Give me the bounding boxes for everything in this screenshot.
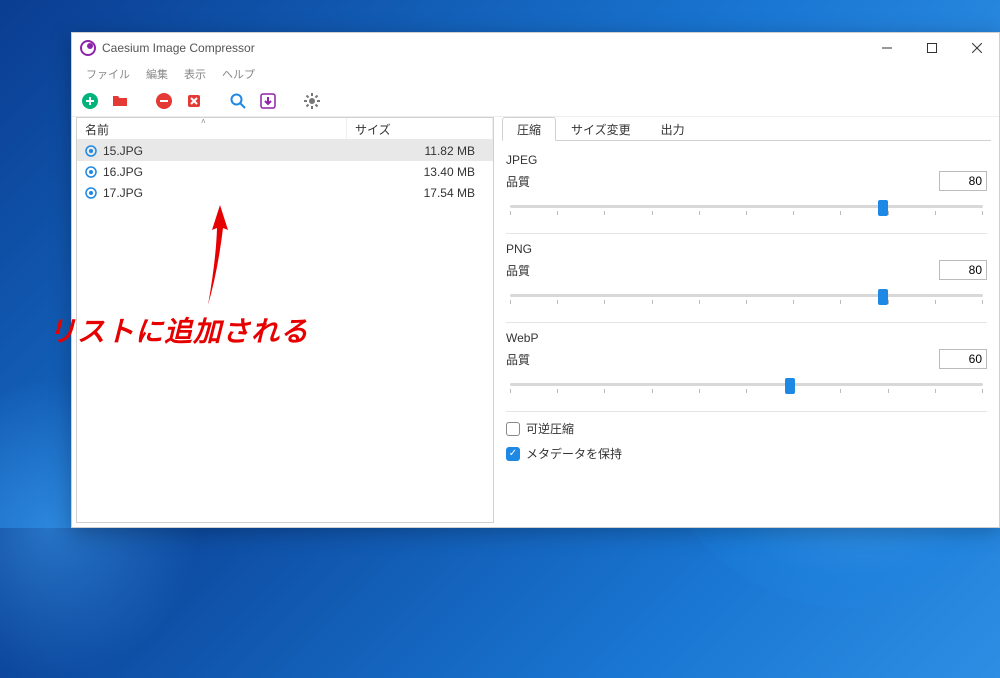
preview-button[interactable] xyxy=(226,89,250,113)
compress-button[interactable] xyxy=(256,89,280,113)
file-size: 17.54 MB xyxy=(347,186,493,200)
webp-quality-input[interactable] xyxy=(939,349,987,369)
column-name[interactable]: 名前 xyxy=(77,118,347,139)
png-section-label: PNG xyxy=(506,242,987,256)
add-button[interactable] xyxy=(78,89,102,113)
sort-indicator-icon: ˄ xyxy=(201,117,206,126)
minimize-button[interactable] xyxy=(864,33,909,63)
magnifier-icon xyxy=(229,92,247,110)
gear-icon xyxy=(303,92,321,110)
jpeg-quality-slider[interactable] xyxy=(506,197,987,217)
lossless-label: 可逆圧縮 xyxy=(526,420,574,437)
minus-circle-icon xyxy=(155,92,173,110)
webp-quality-label: 品質 xyxy=(506,351,939,368)
image-file-icon xyxy=(85,145,97,157)
trash-x-icon xyxy=(185,92,203,110)
png-quality-label: 品質 xyxy=(506,262,939,279)
titlebar: Caesium Image Compressor xyxy=(72,33,999,63)
app-icon xyxy=(80,40,96,56)
slider-thumb[interactable] xyxy=(878,289,888,305)
png-quality-input[interactable] xyxy=(939,260,987,280)
jpeg-quality-input[interactable] xyxy=(939,171,987,191)
jpeg-section-label: JPEG xyxy=(506,153,987,167)
menu-edit[interactable]: 編集 xyxy=(138,64,176,84)
slider-thumb[interactable] xyxy=(878,200,888,216)
plus-circle-icon xyxy=(81,92,99,110)
file-size: 13.40 MB xyxy=(347,165,493,179)
options-pane: 圧縮 サイズ変更 出力 JPEG 品質 PNG 品質 xyxy=(498,117,999,527)
remove-button[interactable] xyxy=(152,89,176,113)
annotation-arrow-icon xyxy=(190,200,250,320)
tabbar: 圧縮 サイズ変更 出力 xyxy=(502,117,991,141)
download-box-icon xyxy=(259,92,277,110)
list-header: ˄ 名前 サイズ xyxy=(77,118,493,140)
tab-compress[interactable]: 圧縮 xyxy=(502,117,556,141)
file-name: 17.JPG xyxy=(103,186,347,200)
file-list[interactable]: 15.JPG11.82 MB16.JPG13.40 MB17.JPG17.54 … xyxy=(77,140,493,203)
png-quality-slider[interactable] xyxy=(506,286,987,306)
slider-thumb[interactable] xyxy=(785,378,795,394)
table-row[interactable]: 17.JPG17.54 MB xyxy=(77,182,493,203)
tab-output[interactable]: 出力 xyxy=(646,117,700,140)
column-size[interactable]: サイズ xyxy=(347,118,493,139)
menu-file[interactable]: ファイル xyxy=(78,64,138,84)
menubar: ファイル 編集 表示 ヘルプ xyxy=(72,63,999,85)
table-row[interactable]: 15.JPG11.82 MB xyxy=(77,140,493,161)
toolbar xyxy=(72,85,999,117)
open-folder-button[interactable] xyxy=(108,89,132,113)
jpeg-quality-label: 品質 xyxy=(506,173,939,190)
lossless-checkbox[interactable] xyxy=(506,422,520,436)
tab-resize[interactable]: サイズ変更 xyxy=(556,117,646,140)
menu-help[interactable]: ヘルプ xyxy=(214,64,263,84)
clear-button[interactable] xyxy=(182,89,206,113)
webp-quality-slider[interactable] xyxy=(506,375,987,395)
menu-view[interactable]: 表示 xyxy=(176,64,214,84)
file-name: 15.JPG xyxy=(103,144,347,158)
window-title: Caesium Image Compressor xyxy=(102,41,864,55)
settings-button[interactable] xyxy=(300,89,324,113)
image-file-icon xyxy=(85,187,97,199)
webp-section-label: WebP xyxy=(506,331,987,345)
file-size: 11.82 MB xyxy=(347,144,493,158)
metadata-label: メタデータを保持 xyxy=(526,445,622,462)
annotation-text: リストに追加される xyxy=(48,310,309,350)
maximize-button[interactable] xyxy=(909,33,954,63)
table-row[interactable]: 16.JPG13.40 MB xyxy=(77,161,493,182)
image-file-icon xyxy=(85,166,97,178)
file-name: 16.JPG xyxy=(103,165,347,179)
metadata-checkbox[interactable]: ✓ xyxy=(506,447,520,461)
folder-icon xyxy=(111,92,129,110)
close-button[interactable] xyxy=(954,33,999,63)
